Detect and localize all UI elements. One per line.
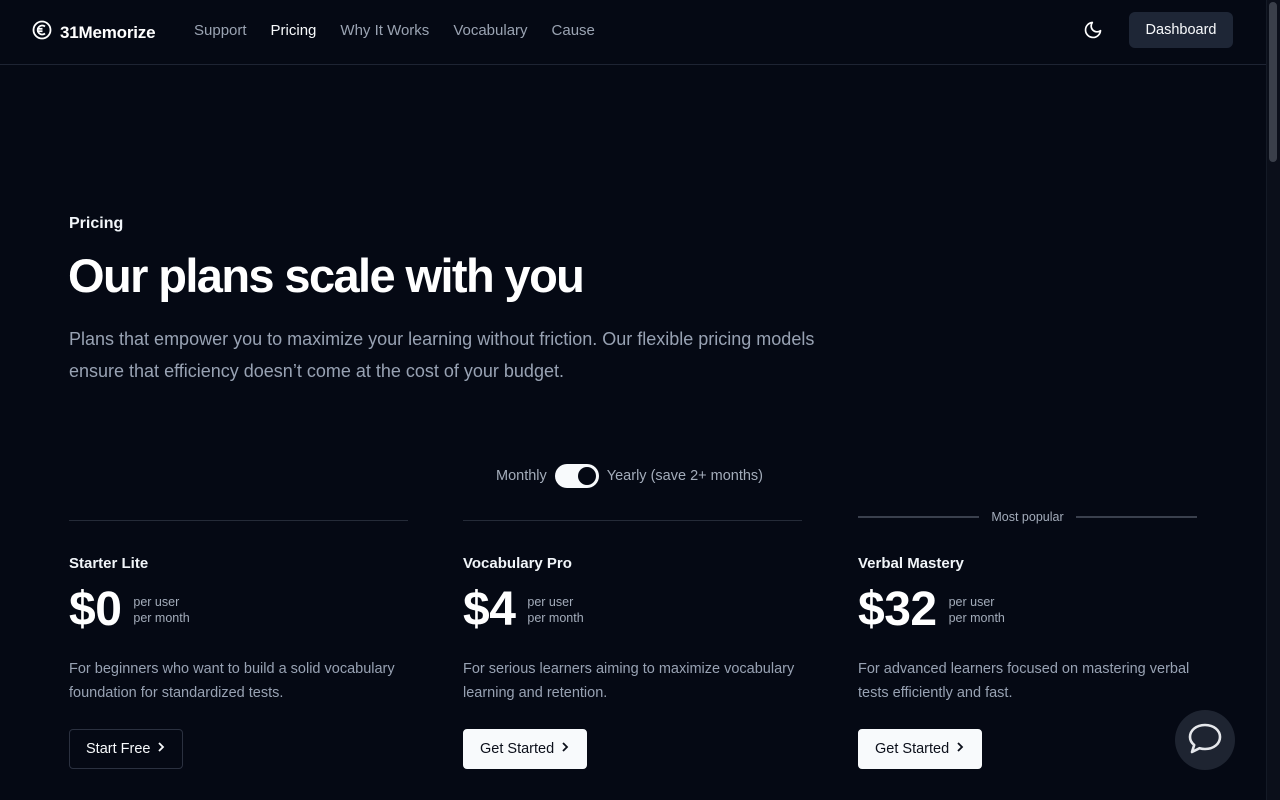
chevron-right-icon xyxy=(955,741,965,757)
nav-cause[interactable]: Cause xyxy=(552,22,595,39)
get-started-button-pro[interactable]: Get Started xyxy=(463,729,588,769)
plan-description: For advanced learners focused on masteri… xyxy=(858,661,1190,701)
euro-circle-icon xyxy=(32,20,52,45)
nav-why-it-works[interactable]: Why It Works xyxy=(340,22,429,39)
nav-support[interactable]: Support xyxy=(194,22,247,39)
chat-launcher-button[interactable] xyxy=(1175,710,1235,770)
price-unit: per user per month xyxy=(949,594,1005,626)
nav-vocabulary[interactable]: Vocabulary xyxy=(453,22,527,39)
toggle-knob xyxy=(577,467,596,485)
price-row: $32 per user per month xyxy=(858,584,1005,636)
plan-name: Verbal Mastery xyxy=(858,555,964,572)
nav-pricing[interactable]: Pricing xyxy=(271,22,317,39)
price-unit: per user per month xyxy=(527,594,583,626)
moon-icon xyxy=(1083,20,1103,45)
billing-toggle-switch[interactable] xyxy=(554,464,599,488)
price-unit-line2: per month xyxy=(948,611,1005,625)
chevron-right-icon xyxy=(560,741,570,757)
plan-divider xyxy=(463,520,802,521)
plan-name: Vocabulary Pro xyxy=(463,555,572,572)
get-started-button-mastery[interactable]: Get Started xyxy=(858,729,983,769)
price-row: $4 per user per month xyxy=(463,584,584,636)
section-eyebrow: Pricing xyxy=(69,215,124,232)
plan-description: For beginners who want to build a solid … xyxy=(69,661,395,701)
main-nav: Support Pricing Why It Works Vocabulary … xyxy=(194,22,595,39)
button-label: Get Started xyxy=(480,741,555,757)
most-popular-label: Most popular xyxy=(991,510,1064,524)
button-label: Get Started xyxy=(875,741,950,757)
start-free-button[interactable]: Start Free xyxy=(69,729,184,769)
brand-logo[interactable]: 31Memorize xyxy=(32,20,156,45)
price-unit: per user per month xyxy=(133,594,189,626)
button-label: Start Free xyxy=(86,741,151,757)
plan-price: $4 xyxy=(463,583,516,636)
price-unit-line1: per user xyxy=(133,595,180,609)
billing-toggle-row: Monthly Yearly (save 2+ months) xyxy=(496,464,763,488)
plan-description: For serious learners aiming to maximize … xyxy=(463,661,795,701)
theme-toggle-button[interactable] xyxy=(1081,20,1105,44)
brand-name: 31Memorize xyxy=(60,22,156,42)
plan-price: $0 xyxy=(69,583,122,636)
plan-card-starter: Starter Lite $0 per user per month For b… xyxy=(69,520,408,769)
site-header: 31Memorize Support Pricing Why It Works … xyxy=(0,0,1266,65)
price-unit-line2: per month xyxy=(527,611,584,625)
price-unit-line1: per user xyxy=(948,595,995,609)
yearly-label[interactable]: Yearly (save 2+ months) xyxy=(607,468,763,484)
hero-description: Plans that empower you to maximize your … xyxy=(69,329,815,381)
plan-divider xyxy=(69,520,408,521)
dashboard-button[interactable]: Dashboard xyxy=(1129,12,1233,48)
most-popular-badge: Most popular xyxy=(858,510,1198,524)
plan-card-vocabulary-pro: Vocabulary Pro $4 per user per month For… xyxy=(463,520,802,769)
price-unit-line2: per month xyxy=(133,611,190,625)
monthly-label[interactable]: Monthly xyxy=(496,468,547,484)
page-title: Our plans scale with you xyxy=(68,249,585,302)
chat-bubble-icon xyxy=(1187,721,1223,760)
chevron-right-icon xyxy=(156,741,166,757)
scrollbar-thumb[interactable] xyxy=(1269,2,1277,162)
page-scrollbar[interactable] xyxy=(1266,0,1280,800)
price-row: $0 per user per month xyxy=(69,584,190,636)
plan-name: Starter Lite xyxy=(69,555,149,572)
price-unit-line1: per user xyxy=(527,595,574,609)
plan-price: $32 xyxy=(858,583,937,636)
